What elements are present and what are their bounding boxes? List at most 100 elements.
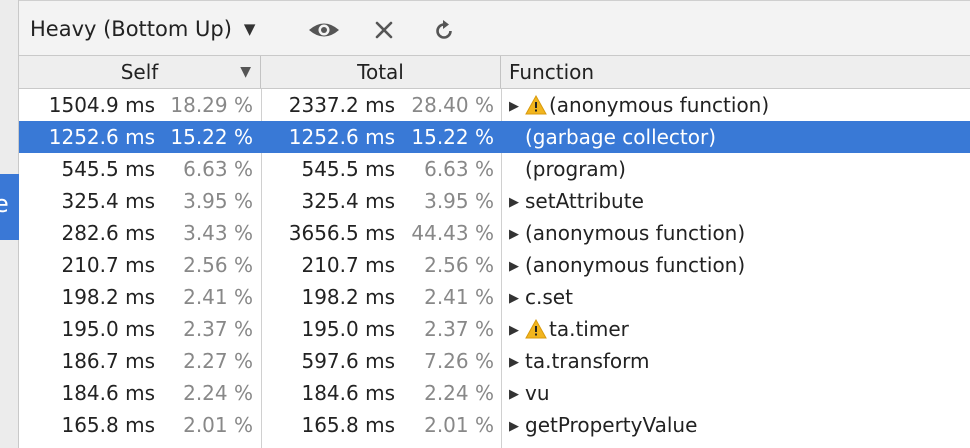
- self-percent: 15.22 %: [170, 125, 253, 149]
- total-time: 198.2 ms: [301, 285, 395, 309]
- function-cell: ▶ ta.timer: [509, 313, 969, 345]
- table-row[interactable]: 1504.9 ms 18.29 % 2337.2 ms 28.40 % ▶ (anonym…: [19, 89, 970, 121]
- self-time: 165.8 ms: [61, 413, 155, 437]
- function-name: getPropertyValue: [525, 413, 698, 437]
- expand-arrow-icon[interactable]: ▶: [509, 283, 525, 315]
- function-cell: ▶ (anonymous function): [509, 89, 969, 121]
- expand-arrow-icon[interactable]: ▶: [509, 219, 525, 251]
- expand-arrow-icon[interactable]: ▶: [509, 379, 525, 411]
- warning-icon[interactable]: [525, 319, 547, 339]
- self-column-header[interactable]: Self ▼: [19, 56, 261, 88]
- self-time: 282.6 ms: [61, 221, 155, 245]
- restore-button[interactable]: [429, 15, 459, 45]
- self-time: 184.6 ms: [61, 381, 155, 405]
- self-percent: 2.01 %: [183, 413, 253, 437]
- left-tab-label: e: [0, 190, 9, 218]
- table-row[interactable]: 210.7 ms 2.56 % 210.7 ms 2.56 % ▶ (anonymous …: [19, 249, 970, 281]
- warning-icon[interactable]: [525, 95, 547, 115]
- view-mode-label: Heavy (Bottom Up): [30, 17, 232, 41]
- function-cell: ▶ c.set: [509, 281, 969, 313]
- table-row[interactable]: 165.8 ms 2.01 % 165.8 ms 2.01 % ▶ getProperty…: [19, 409, 970, 441]
- function-cell: ▶ (anonymous function): [509, 217, 969, 249]
- total-percent: 28.40 %: [411, 93, 494, 117]
- expand-arrow-icon[interactable]: ▶: [509, 347, 525, 379]
- total-time: 195.0 ms: [301, 317, 395, 341]
- function-name: ta.transform: [525, 349, 650, 373]
- total-percent: 2.01 %: [424, 413, 494, 437]
- table-row[interactable]: 186.7 ms 2.27 % 597.6 ms 7.26 % ▶ ta.transfor…: [19, 345, 970, 377]
- function-cell: ▶ vu: [509, 377, 969, 409]
- self-percent: 3.43 %: [183, 221, 253, 245]
- table-row[interactable]: 282.6 ms 3.43 % 3656.5 ms 44.43 % ▶ (anonymou…: [19, 217, 970, 249]
- profile-table-body: 1504.9 ms 18.29 % 2337.2 ms 28.40 % ▶ (anonym…: [19, 89, 970, 441]
- self-percent: 6.63 %: [183, 157, 253, 181]
- total-percent: 2.24 %: [424, 381, 494, 405]
- total-percent: 7.26 %: [424, 349, 494, 373]
- refresh-icon: [436, 20, 452, 39]
- table-row[interactable]: 325.4 ms 3.95 % 325.4 ms 3.95 % ▶ setAttribut…: [19, 185, 970, 217]
- total-header-label: Total: [357, 60, 404, 84]
- eye-icon: [309, 23, 339, 37]
- self-time: 325.4 ms: [61, 189, 155, 213]
- function-name: ta.timer: [549, 317, 629, 341]
- function-cell: ▶(garbage collector): [509, 121, 969, 153]
- total-time: 165.8 ms: [301, 413, 395, 437]
- self-percent: 18.29 %: [170, 93, 253, 117]
- self-time: 210.7 ms: [61, 253, 155, 277]
- table-row[interactable]: 184.6 ms 2.24 % 184.6 ms 2.24 % ▶ vu: [19, 377, 970, 409]
- left-panel-tab[interactable]: e: [0, 174, 19, 240]
- profile-toolbar: Heavy (Bottom Up) ▼: [19, 0, 970, 56]
- total-percent: 15.22 %: [411, 125, 494, 149]
- expand-arrow-icon[interactable]: ▶: [509, 91, 525, 123]
- self-time: 1252.6 ms: [48, 125, 155, 149]
- function-name: (anonymous function): [549, 93, 770, 117]
- total-percent: 2.37 %: [424, 317, 494, 341]
- function-name: setAttribute: [525, 189, 644, 213]
- function-name: (program): [525, 157, 626, 181]
- function-cell: ▶ getPropertyValue: [509, 409, 969, 441]
- table-row[interactable]: 1252.6 ms 15.22 % 1252.6 ms 15.22 % ▶(garbag…: [19, 121, 970, 153]
- function-name: (anonymous function): [525, 221, 746, 245]
- function-name: c.set: [525, 285, 573, 309]
- total-time: 2337.2 ms: [288, 93, 395, 117]
- exclude-button[interactable]: [369, 15, 399, 45]
- self-header-label: Self: [120, 60, 159, 84]
- total-column-header[interactable]: Total: [261, 56, 501, 88]
- view-mode-select[interactable]: Heavy (Bottom Up) ▼: [30, 13, 255, 45]
- self-percent: 2.24 %: [183, 381, 253, 405]
- total-percent: 3.95 %: [424, 189, 494, 213]
- self-percent: 2.27 %: [183, 349, 253, 373]
- total-time: 597.6 ms: [301, 349, 395, 373]
- expand-arrow-icon[interactable]: ▶: [509, 187, 525, 219]
- self-percent: 2.56 %: [183, 253, 253, 277]
- close-icon: [375, 21, 393, 39]
- self-time: 186.7 ms: [61, 349, 155, 373]
- total-percent: 2.41 %: [424, 285, 494, 309]
- function-name: vu: [525, 381, 550, 405]
- expand-arrow-icon[interactable]: ▶: [509, 315, 525, 347]
- sort-descending-icon: ▼: [240, 64, 251, 80]
- function-column-header[interactable]: Function: [501, 56, 970, 88]
- self-time: 198.2 ms: [61, 285, 155, 309]
- total-percent: 44.43 %: [411, 221, 494, 245]
- total-time: 210.7 ms: [301, 253, 395, 277]
- total-percent: 2.56 %: [424, 253, 494, 277]
- focus-button[interactable]: [304, 15, 344, 45]
- table-row[interactable]: 195.0 ms 2.37 % 195.0 ms 2.37 % ▶ ta.timer: [19, 313, 970, 345]
- total-time: 1252.6 ms: [288, 125, 395, 149]
- function-cell: ▶ ta.transform: [509, 345, 969, 377]
- dropdown-arrow-icon: ▼: [243, 20, 256, 38]
- table-row[interactable]: 545.5 ms 6.63 % 545.5 ms 6.63 % ▶(program): [19, 153, 970, 185]
- function-header-label: Function: [509, 60, 595, 84]
- function-name: (anonymous function): [525, 253, 746, 277]
- self-percent: 3.95 %: [183, 189, 253, 213]
- total-time: 184.6 ms: [301, 381, 395, 405]
- total-time: 325.4 ms: [301, 189, 395, 213]
- function-cell: ▶(program): [509, 153, 969, 185]
- total-time: 3656.5 ms: [288, 221, 395, 245]
- self-time: 545.5 ms: [61, 157, 155, 181]
- expand-arrow-icon[interactable]: ▶: [509, 411, 525, 443]
- expand-arrow-icon[interactable]: ▶: [509, 251, 525, 283]
- self-percent: 2.37 %: [183, 317, 253, 341]
- table-row[interactable]: 198.2 ms 2.41 % 198.2 ms 2.41 % ▶ c.set: [19, 281, 970, 313]
